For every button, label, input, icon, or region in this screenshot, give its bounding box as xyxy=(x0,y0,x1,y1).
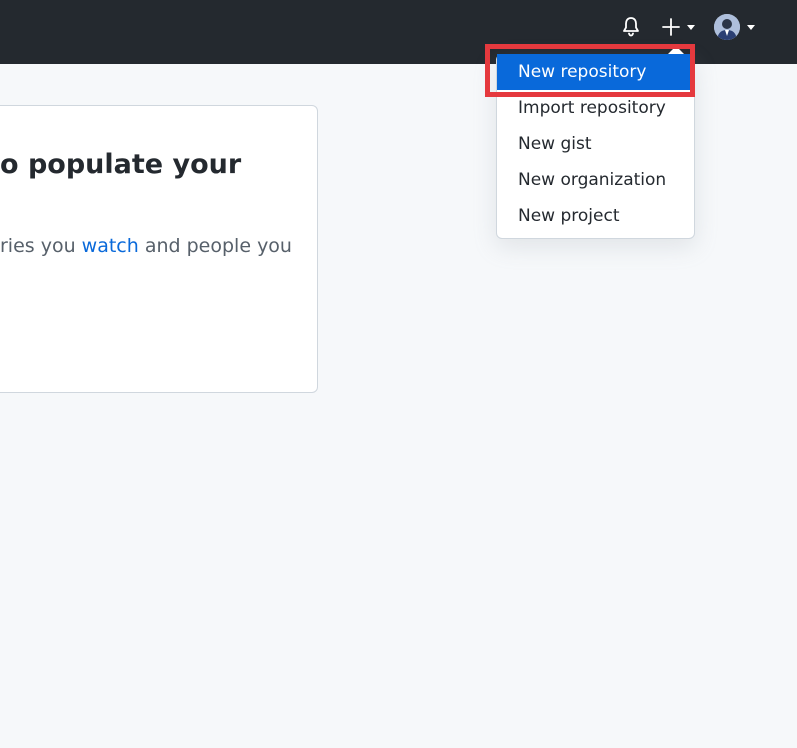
card-title: o populate your xyxy=(0,149,242,180)
menu-item-new-gist[interactable]: New gist xyxy=(497,126,694,162)
menu-item-new-organization[interactable]: New organization xyxy=(497,162,694,198)
menu-item-new-project[interactable]: New project xyxy=(497,198,694,234)
avatar xyxy=(714,14,740,40)
create-new-button[interactable] xyxy=(659,15,699,39)
card-text-before: ries you xyxy=(0,235,82,257)
chevron-down-icon xyxy=(747,25,755,30)
plus-icon xyxy=(662,18,680,36)
dropdown-pointer xyxy=(668,46,684,54)
card-text-after: and people you xyxy=(138,235,292,257)
card-description: ries you watch and people you xyxy=(0,232,292,260)
card-content: o populate your ries you watch and peopl… xyxy=(0,0,318,748)
user-avatar-icon xyxy=(714,14,740,40)
notifications-button[interactable] xyxy=(619,15,643,39)
menu-item-new-repository[interactable]: New repository xyxy=(497,54,694,90)
user-menu-button[interactable] xyxy=(714,14,758,40)
bell-icon xyxy=(623,17,639,37)
menu-item-import-repository[interactable]: Import repository xyxy=(497,90,694,126)
watch-link[interactable]: watch xyxy=(82,235,139,257)
chevron-down-icon xyxy=(687,25,695,30)
